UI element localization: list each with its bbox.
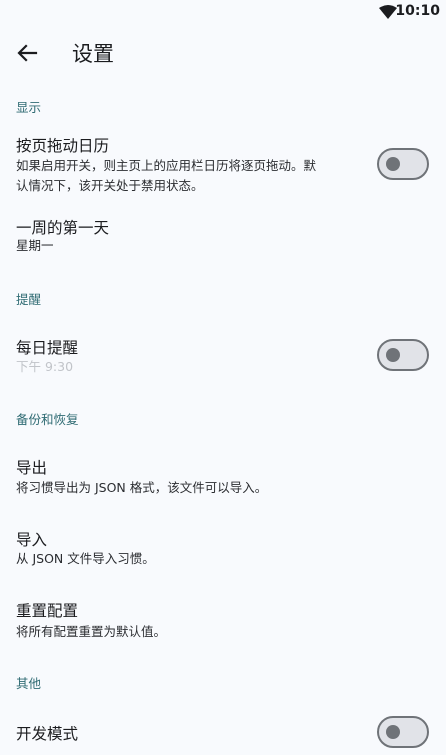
setting-title: 按页拖动日历 — [16, 137, 110, 155]
swipe-calendar-toggle[interactable] — [377, 148, 429, 180]
setting-title: 每日提醒 — [16, 339, 79, 357]
section-header-backup: 备份和恢复 — [16, 412, 79, 427]
setting-title: 导出 — [16, 459, 48, 477]
status-time: 10:10 — [395, 3, 440, 19]
setting-description: 如果启用开关，则主页上的应用栏日历将逐页拖动。默 — [16, 158, 317, 173]
setting-daily-reminder[interactable]: 每日提醒 下午 9:30 — [0, 328, 446, 382]
setting-description: 从 JSON 文件导入习惯。 — [16, 551, 155, 566]
wifi-icon — [379, 5, 397, 19]
setting-title: 一周的第一天 — [16, 219, 110, 237]
setting-description: 将习惯导出为 JSON 格式，该文件可以导入。 — [16, 480, 268, 495]
setting-value: 星期一 — [16, 238, 54, 253]
setting-developer-mode[interactable]: 开发模式 — [0, 712, 446, 755]
setting-reset[interactable]: 重置配置 将所有配置重置为默认值。 — [0, 591, 446, 647]
section-header-display: 显示 — [16, 100, 42, 115]
page-title: 设置 — [72, 42, 114, 66]
setting-swipe-calendar[interactable]: 按页拖动日历 如果启用开关，则主页上的应用栏日历将逐页拖动。默 认情况下，该开关… — [0, 126, 446, 200]
status-bar: 10:10 — [0, 0, 446, 26]
section-header-reminder: 提醒 — [16, 292, 42, 307]
setting-description-line2: 认情况下，该开关处于禁用状态。 — [16, 178, 204, 193]
toggle-knob — [386, 348, 400, 362]
setting-description: 将所有配置重置为默认值。 — [16, 624, 167, 639]
setting-first-day-of-week[interactable]: 一周的第一天 星期一 — [0, 208, 446, 262]
section-header-other: 其他 — [16, 676, 42, 691]
setting-title: 导入 — [16, 531, 48, 549]
reminder-time: 下午 9:30 — [16, 359, 74, 374]
toggle-knob — [386, 157, 400, 171]
setting-import[interactable]: 导入 从 JSON 文件导入习惯。 — [0, 520, 446, 576]
developer-mode-toggle[interactable] — [377, 716, 429, 748]
setting-export[interactable]: 导出 将习惯导出为 JSON 格式，该文件可以导入。 — [0, 448, 446, 504]
daily-reminder-toggle[interactable] — [377, 339, 429, 371]
top-app-bar: 设置 — [0, 26, 446, 78]
arrow-back-icon[interactable] — [16, 42, 38, 64]
toggle-knob — [386, 725, 400, 739]
setting-title: 开发模式 — [16, 725, 79, 743]
setting-title: 重置配置 — [16, 602, 79, 620]
